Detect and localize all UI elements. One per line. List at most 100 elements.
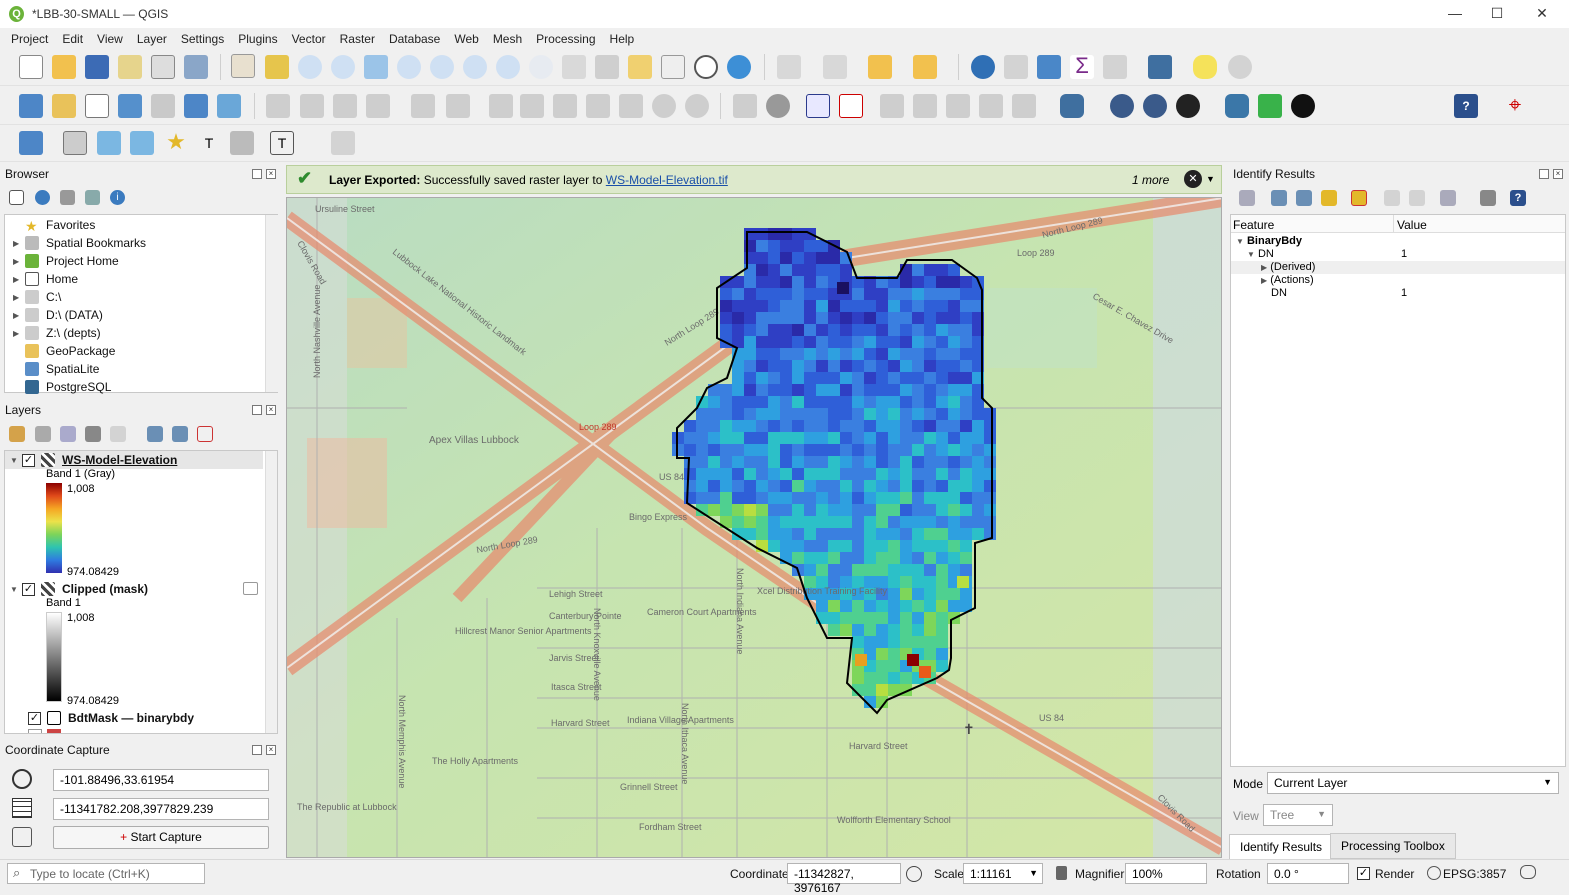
move-annotation-icon[interactable] (331, 131, 355, 155)
measure-line-icon[interactable] (1148, 55, 1172, 79)
undo-icon[interactable] (652, 94, 676, 118)
projected-coordinate-field[interactable]: -11341782.208,3977829.239 (53, 798, 269, 820)
map-svg[interactable]: Ursuline Street Clovis Road Lubbock Lake… (287, 198, 1222, 858)
print-results-icon[interactable] (1409, 190, 1425, 206)
layer-visibility-checkbox[interactable]: ✓ (28, 711, 41, 725)
digitize-icon[interactable] (366, 94, 390, 118)
metasearch-icon[interactable] (1110, 94, 1134, 118)
add-raster-layer-icon[interactable] (184, 94, 208, 118)
open-attribute-table-icon[interactable] (1004, 55, 1028, 79)
geographic-coordinate-field[interactable]: -101.88496,33.61954 (53, 769, 269, 791)
paste-features-icon[interactable] (619, 94, 643, 118)
menu-vector[interactable]: Vector (285, 29, 333, 48)
db-manager-icon[interactable] (1060, 94, 1084, 118)
filter-browser-icon[interactable] (60, 190, 75, 205)
add-vector-layer-icon[interactable] (85, 94, 109, 118)
menu-raster[interactable]: Raster (333, 29, 382, 48)
add-text-annotation-icon[interactable] (19, 131, 43, 155)
zoom-layer-icon[interactable] (430, 55, 454, 79)
add-line-annotation-icon[interactable] (130, 131, 154, 155)
browser-item-spatialite[interactable]: SpatiaLite (13, 360, 99, 378)
layer-visibility-checkbox[interactable]: ✓ (22, 453, 35, 467)
show-unplaced-labels-icon[interactable] (839, 94, 863, 118)
modify-attributes-icon[interactable] (489, 94, 513, 118)
add-group-icon[interactable] (35, 426, 51, 442)
close-panel-icon[interactable]: × (266, 745, 276, 755)
label-toolbar-icon[interactable] (733, 94, 757, 118)
layer-visibility-checkbox[interactable]: ✓ (22, 582, 35, 596)
deselect-features-icon[interactable] (868, 55, 892, 79)
result-row-actions[interactable]: ▶ (Actions) (1261, 274, 1314, 286)
close-panel-icon[interactable]: × (266, 405, 276, 415)
layout-manager-icon[interactable] (151, 55, 175, 79)
zoom-last-icon[interactable] (496, 55, 520, 79)
add-html-annotation-icon[interactable] (230, 131, 254, 155)
browser-scrollbar[interactable] (265, 215, 278, 392)
new-project-icon[interactable] (19, 55, 43, 79)
remove-layer-icon[interactable] (197, 426, 213, 442)
select-annotation-icon[interactable] (63, 131, 87, 155)
save-edits-icon[interactable] (333, 94, 357, 118)
scale-select[interactable]: 1:11161 ▼ (963, 863, 1043, 884)
copy-features-icon[interactable] (586, 94, 610, 118)
open-project-icon[interactable] (52, 55, 76, 79)
select-features-icon[interactable] (777, 55, 801, 79)
menu-processing[interactable]: Processing (529, 29, 602, 48)
python-console-icon[interactable] (1225, 94, 1249, 118)
browser-item-geopackage[interactable]: GeoPackage (13, 342, 115, 360)
add-geopackage-icon[interactable] (52, 94, 76, 118)
add-wms-layer-icon[interactable] (217, 94, 241, 118)
add-feature-icon[interactable] (411, 94, 435, 118)
menu-edit[interactable]: Edit (55, 29, 90, 48)
rotate-label-icon[interactable] (979, 94, 1003, 118)
maximize-button[interactable]: ☐ (1487, 5, 1507, 22)
close-window-button[interactable]: ✕ (1532, 5, 1552, 22)
zoom-native-icon[interactable] (463, 55, 487, 79)
cut-features-icon[interactable] (553, 94, 577, 118)
browser-item-favorites[interactable]: ★ Favorites (13, 216, 95, 234)
exported-file-link[interactable]: WS-Model-Elevation.tif (606, 173, 728, 187)
help-icon[interactable]: ? (1454, 94, 1478, 118)
zoom-next-icon[interactable] (529, 55, 553, 79)
track-mouse-icon[interactable] (12, 827, 32, 847)
expand-new-results-icon[interactable] (1271, 190, 1287, 206)
menu-plugins[interactable]: Plugins (231, 29, 284, 48)
profile-tool-icon[interactable] (1258, 94, 1282, 118)
pin-labels-icon[interactable] (806, 94, 830, 118)
layers-scrollbar[interactable] (265, 451, 277, 733)
locator-settings-icon[interactable] (1228, 55, 1252, 79)
message-menu-chevron-icon[interactable]: ▼ (1206, 174, 1215, 184)
clear-results-icon[interactable] (1351, 190, 1367, 206)
select-location-icon[interactable] (913, 55, 937, 79)
expand-tree-icon[interactable] (1239, 190, 1255, 206)
browser-item-home[interactable]: ▶ Home (13, 270, 78, 288)
refresh-browser-icon[interactable] (35, 190, 50, 205)
copy-feature-icon[interactable] (1384, 190, 1400, 206)
new-bookmark-icon[interactable] (628, 55, 652, 79)
browser-item-spatial-bookmarks[interactable]: ▶ Spatial Bookmarks (13, 234, 146, 252)
highlight-features-icon[interactable] (1321, 190, 1337, 206)
crs-globe-icon[interactable] (1427, 866, 1441, 880)
add-delimited-text-icon[interactable] (118, 94, 142, 118)
redo-icon[interactable] (685, 94, 709, 118)
change-label-icon[interactable] (880, 94, 904, 118)
info-icon[interactable]: i (110, 190, 125, 205)
menu-layer[interactable]: Layer (130, 29, 174, 48)
processing-toolbox-icon[interactable] (1037, 55, 1061, 79)
label-properties-icon[interactable] (1012, 94, 1036, 118)
toggle-editing-icon[interactable] (266, 94, 290, 118)
float-panel-icon[interactable] (252, 405, 262, 415)
tab-processing-toolbox[interactable]: Processing Toolbox (1330, 833, 1456, 859)
map-tips-icon[interactable] (1193, 55, 1217, 79)
float-panel-icon[interactable] (252, 169, 262, 179)
browser-item-c-drive[interactable]: ▶ C:\ (13, 288, 61, 306)
text-tool-icon[interactable]: T (270, 131, 294, 155)
move-label-icon[interactable] (946, 94, 970, 118)
feature-column-header[interactable]: Feature (1233, 218, 1274, 232)
new-3d-view-icon[interactable] (595, 55, 619, 79)
value-column-header[interactable]: Value (1397, 218, 1427, 232)
tab-identify-results[interactable]: Identify Results (1229, 834, 1334, 859)
result-row-binarybdy[interactable]: ▼ BinaryBdy (1236, 235, 1302, 247)
manage-map-themes-icon[interactable] (60, 426, 76, 442)
lock-scale-icon[interactable] (1056, 866, 1067, 880)
